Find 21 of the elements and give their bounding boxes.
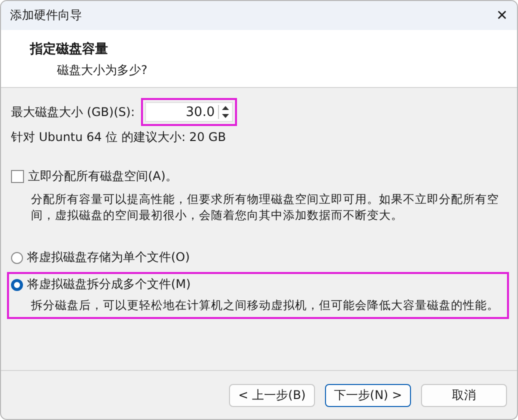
size-value: 30.0 (186, 104, 216, 120)
option-label[interactable]: 将虚拟磁盘存储为单个文件(O) (27, 249, 190, 266)
wizard-button[interactable]: < 上一步(B) (229, 384, 315, 406)
option-label[interactable]: 将虚拟磁盘拆分成多个文件(M) (27, 276, 191, 293)
page-heading: 指定磁盘容量 (30, 40, 109, 58)
allocate-description: 分配所有容量可以提高性能，但要求所有物理磁盘空间立即可用。如果不立即分配所有空间，虚拟磁盘的空间最初很小，会随着您向其中添加数据而不断变大。 (31, 191, 500, 223)
wizard-button[interactable]: 下一步(N) > (325, 384, 411, 406)
allocate-checkbox[interactable] (11, 170, 24, 183)
radio-button[interactable] (11, 252, 23, 264)
recommendation-text: 针对 Ubuntu 64 位 的建议大小: 20 GB (11, 129, 227, 146)
radio-button[interactable] (11, 278, 23, 290)
page-subtitle: 磁盘大小为多少? (57, 62, 148, 79)
spin-down-icon[interactable] (220, 113, 230, 119)
close-button[interactable]: ✕ (487, 8, 517, 24)
spin-up-icon[interactable] (220, 105, 230, 111)
window-title: 添加硬件向导 (10, 7, 82, 24)
allocate-label[interactable]: 立即分配所有磁盘空间(A)。 (28, 168, 178, 185)
option-description: 拆分磁盘后，可以更轻松地在计算机之间移动虚拟机，但可能会降低大容量磁盘的性能。 (31, 297, 500, 313)
wizard-button[interactable]: 取消 (421, 384, 507, 406)
size-label: 最大磁盘大小 (GB)(S): (11, 104, 135, 120)
size-spinbox[interactable]: 30.0 (144, 102, 233, 122)
